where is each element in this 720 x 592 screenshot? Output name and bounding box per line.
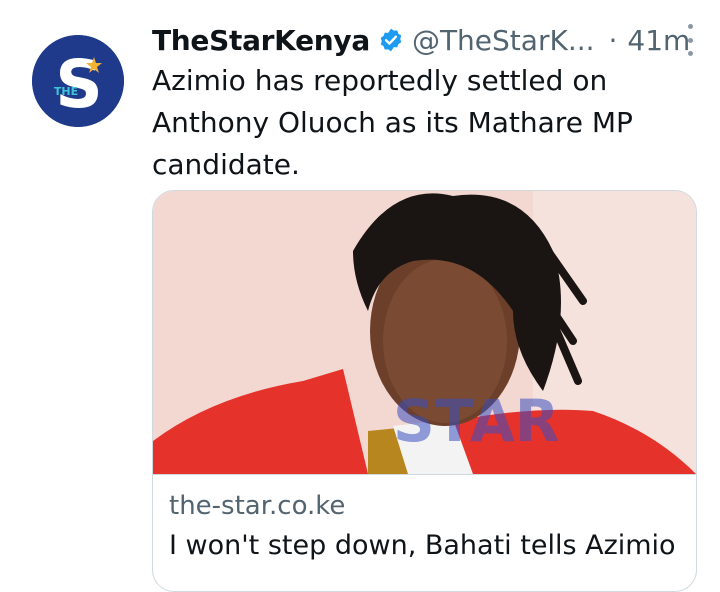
tweet-text: Azimio has reportedly settled on Anthony… [152,64,633,181]
tweet-header: TheStarKenya @TheStarK... · 41m [152,18,702,62]
timestamp[interactable]: 41m [627,24,690,57]
verified-badge-icon [378,27,404,53]
card-domain: the-star.co.ke [169,491,346,521]
avatar-logo-small-text: THE [54,85,78,98]
link-card[interactable]: STAR the-star.co.ke I won't step down, B… [152,190,697,592]
more-options-icon[interactable] [682,24,698,56]
separator-dot: · [608,23,618,57]
card-divider [153,474,696,475]
image-watermark: STAR [393,387,559,455]
avatar[interactable]: S THE [32,35,124,127]
user-handle[interactable]: @TheStarK... [412,24,595,57]
card-title[interactable]: I won't step down, Bahati tells Azimio [169,530,676,561]
card-image[interactable]: STAR [153,191,696,474]
display-name[interactable]: TheStarKenya [152,24,370,57]
